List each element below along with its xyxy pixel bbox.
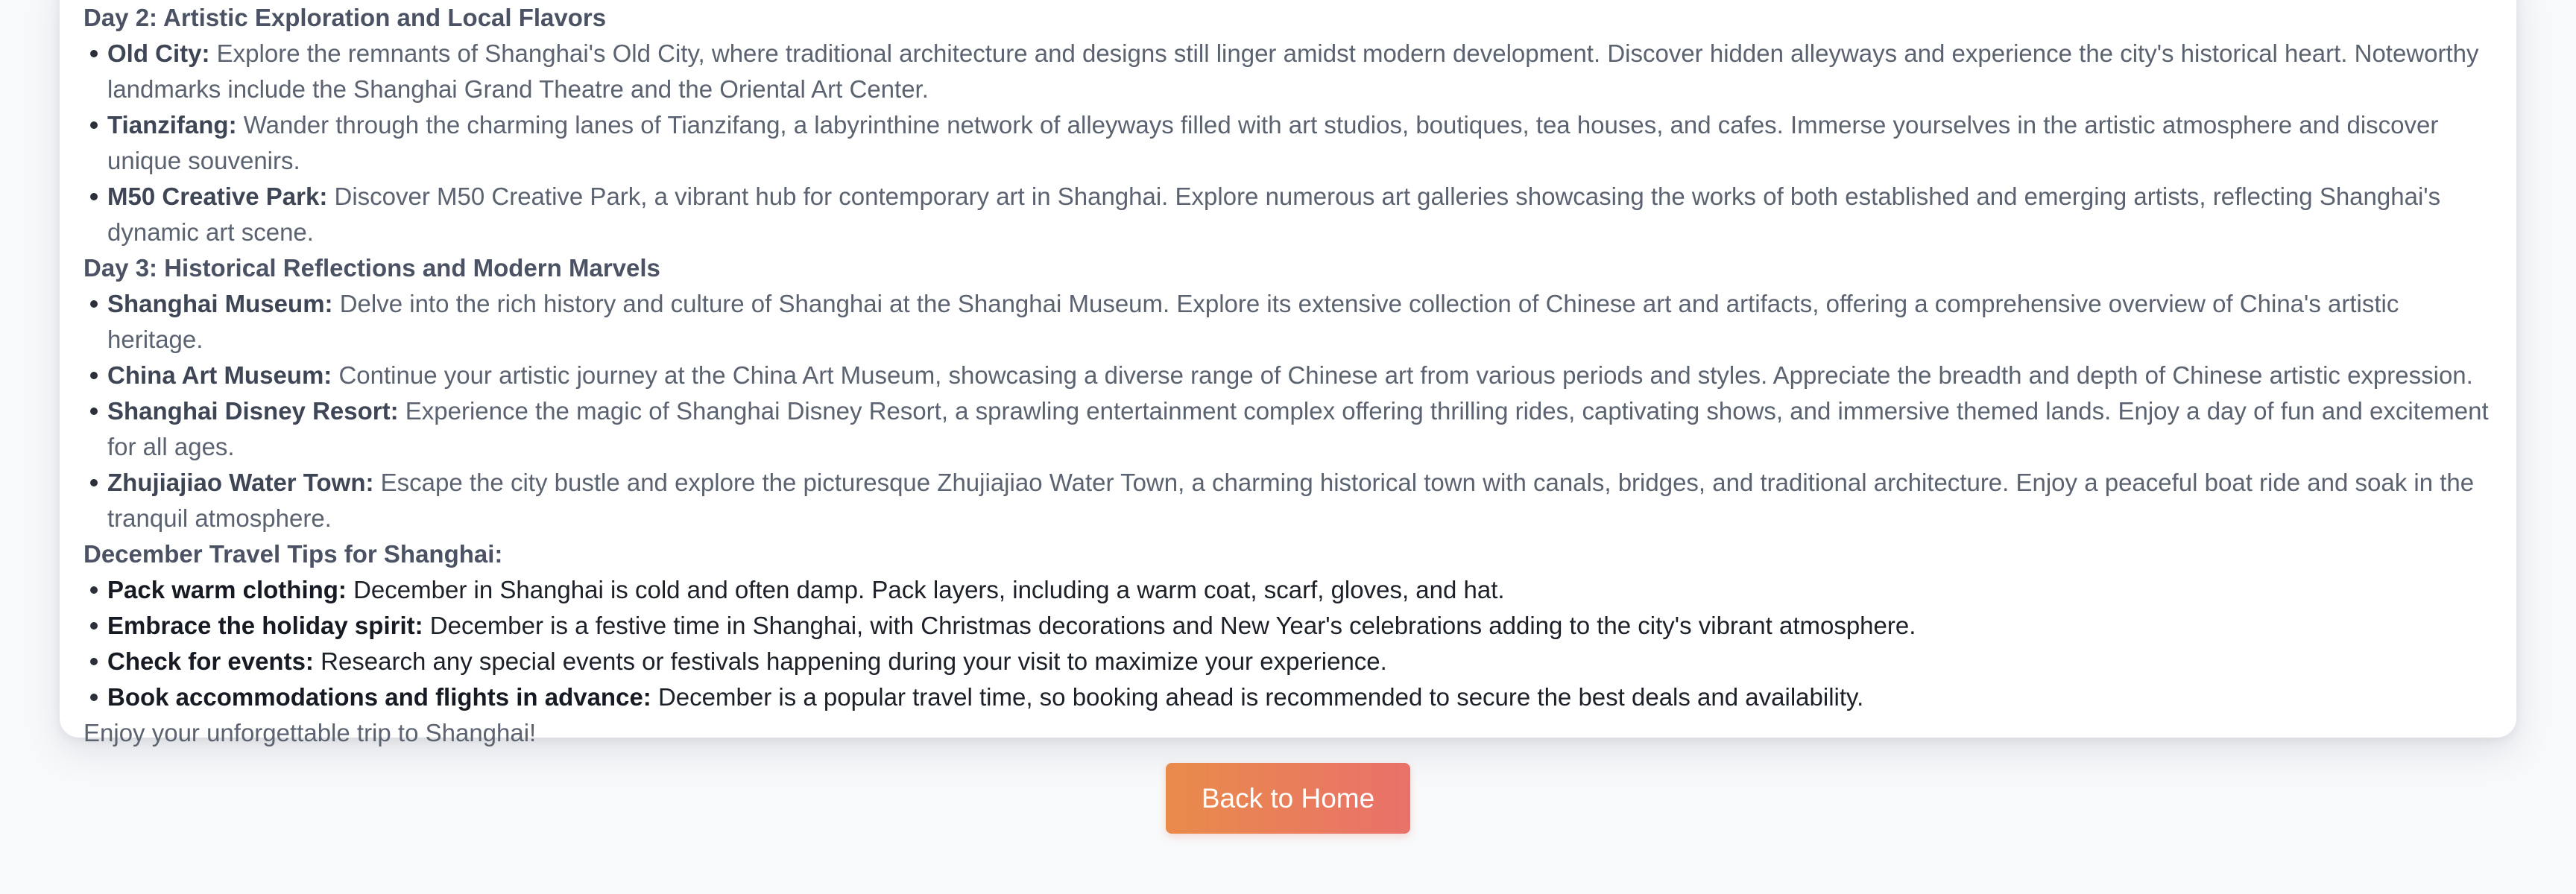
- item-text: Delve into the rich history and culture …: [107, 290, 2399, 353]
- item-text: Continue your artistic journey at the Ch…: [332, 361, 2473, 389]
- item-text: December is a festive time in Shanghai, …: [423, 612, 1916, 639]
- item-text: December in Shanghai is cold and often d…: [346, 576, 1505, 603]
- item-title: Shanghai Museum:: [107, 290, 333, 317]
- item-text: Escape the city bustle and explore the p…: [107, 469, 2475, 532]
- list-item-events: Check for events: Research any special e…: [90, 644, 2498, 679]
- tips-list: Pack warm clothing: December in Shanghai…: [83, 572, 2498, 715]
- list-item-china-art-museum: China Art Museum: Continue your artistic…: [90, 358, 2498, 393]
- itinerary-content: Day 2: Artistic Exploration and Local Fl…: [83, 0, 2498, 751]
- list-item-disney: Shanghai Disney Resort: Experience the m…: [90, 393, 2498, 465]
- list-item-m50: M50 Creative Park: Discover M50 Creative…: [90, 179, 2498, 250]
- list-item-old-city: Old City: Explore the remnants of Shangh…: [90, 36, 2498, 107]
- closing-text: Enjoy your unforgettable trip to Shangha…: [83, 719, 537, 746]
- item-title: Book accommodations and flights in advan…: [107, 683, 651, 711]
- item-text: Experience the magic of Shanghai Disney …: [107, 397, 2489, 460]
- item-title: M50 Creative Park:: [107, 183, 328, 210]
- item-title: Old City:: [107, 39, 210, 67]
- item-title: Pack warm clothing:: [107, 576, 347, 603]
- day2-list: Old City: Explore the remnants of Shangh…: [83, 36, 2498, 250]
- back-to-home-button[interactable]: Back to Home: [1166, 763, 1410, 834]
- item-title: China Art Museum:: [107, 361, 332, 389]
- list-item-book-ahead: Book accommodations and flights in advan…: [90, 679, 2498, 715]
- tips-heading: December Travel Tips for Shanghai:: [83, 540, 503, 568]
- item-title: Tianzifang:: [107, 111, 237, 139]
- item-text: Discover M50 Creative Park, a vibrant hu…: [107, 183, 2441, 246]
- list-item-zhujiajiao: Zhujiajiao Water Town: Escape the city b…: [90, 465, 2498, 536]
- item-text: December is a popular travel time, so bo…: [651, 683, 1864, 711]
- day3-heading: Day 3: Historical Reflections and Modern…: [83, 254, 660, 282]
- list-item-holiday-spirit: Embrace the holiday spirit: December is …: [90, 608, 2498, 644]
- item-title: Embrace the holiday spirit:: [107, 612, 423, 639]
- item-text: Wander through the charming lanes of Tia…: [107, 111, 2439, 174]
- item-title: Zhujiajiao Water Town:: [107, 469, 374, 496]
- list-item-warm-clothing: Pack warm clothing: December in Shanghai…: [90, 572, 2498, 608]
- item-title: Check for events:: [107, 647, 314, 675]
- day3-list: Shanghai Museum: Delve into the rich his…: [83, 286, 2498, 536]
- list-item-tianzifang: Tianzifang: Wander through the charming …: [90, 107, 2498, 179]
- day2-heading: Day 2: Artistic Exploration and Local Fl…: [83, 4, 607, 31]
- item-title: Shanghai Disney Resort:: [107, 397, 399, 425]
- item-text: Explore the remnants of Shanghai's Old C…: [107, 39, 2479, 103]
- list-item-shanghai-museum: Shanghai Museum: Delve into the rich his…: [90, 286, 2498, 358]
- item-text: Research any special events or festivals…: [313, 647, 1387, 675]
